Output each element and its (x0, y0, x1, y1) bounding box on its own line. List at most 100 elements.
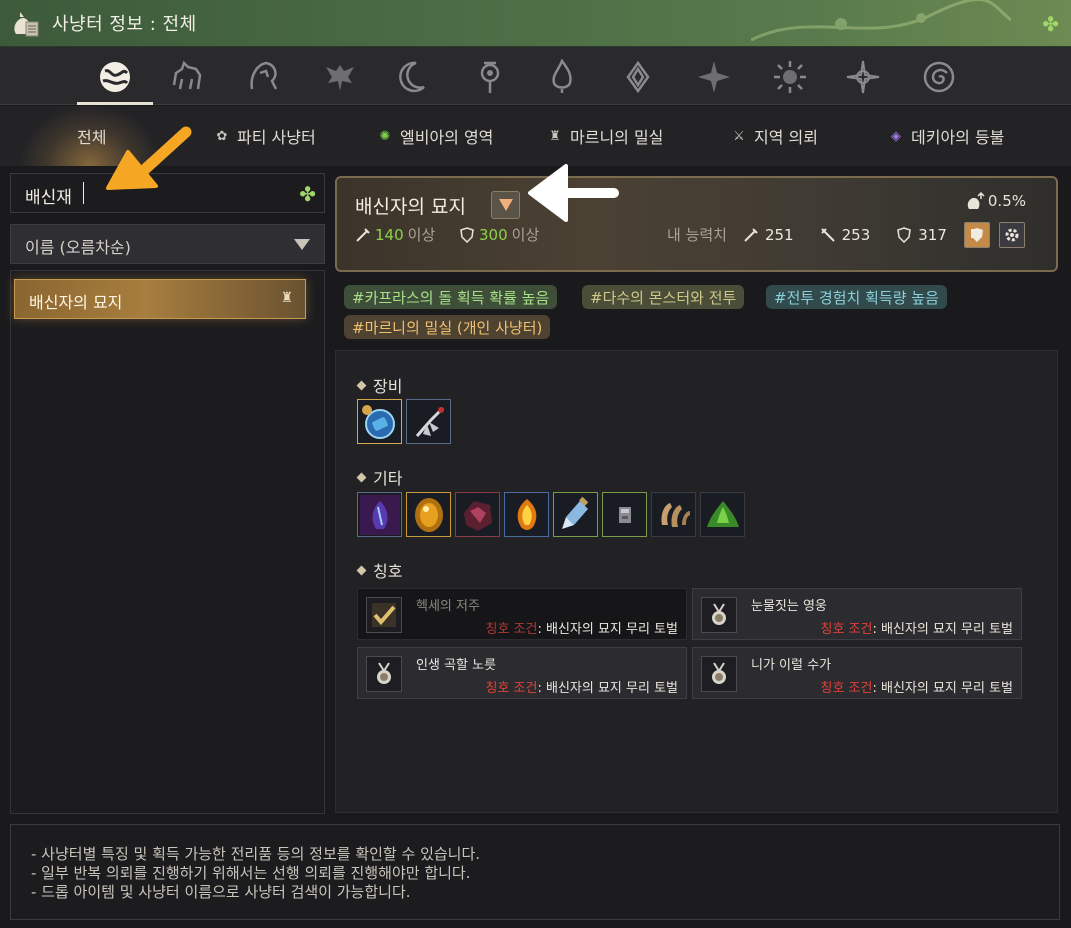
checkmark-icon (372, 603, 396, 627)
item-slot[interactable] (553, 492, 598, 537)
gear-icon (1005, 228, 1019, 242)
shield-icon (460, 226, 474, 243)
title-name: 눈물짓는 영웅 (751, 599, 827, 614)
note-line: - 일부 반복 의뢰를 진행하기 위해서는 선행 의뢰를 진행해야만 합니다. (31, 864, 471, 882)
tab-dekia-lantern[interactable]: ◈ 데키아의 등불 (887, 124, 1004, 148)
red-ore-icon (463, 500, 492, 531)
moon-icon (399, 61, 425, 93)
sword-icon (356, 227, 370, 242)
diamond-bullet-icon (356, 472, 367, 482)
list-item-label: 배신자의 묘지 (29, 293, 123, 312)
section-title: 칭호 (373, 562, 403, 581)
tab-region-quest[interactable]: ⚔ 지역 의뢰 (730, 124, 818, 148)
item-slot[interactable] (357, 399, 402, 444)
vine-decoration (751, 0, 1011, 42)
eagle-icon (326, 65, 354, 91)
category-horse[interactable] (166, 55, 210, 99)
section-misc: 기타 (356, 465, 403, 489)
condition-label: 칭호 조건 (485, 622, 538, 637)
my-dp-value: 317 (918, 225, 947, 244)
dp-requirement: 300 이상 (459, 224, 539, 245)
horse-icon (172, 60, 202, 90)
sort-value: 이름 (오름차순) (25, 238, 131, 257)
elixir-icon (561, 496, 588, 529)
tag: #전투 경험치 획득량 높음 (766, 285, 947, 309)
diamond-bullet-icon (356, 380, 367, 390)
clover-icon[interactable]: ✤ (1042, 12, 1059, 36)
item-slot[interactable] (455, 492, 500, 537)
marni-icon: ♜ (549, 128, 561, 144)
fire-gem-icon (517, 498, 536, 530)
condition-label: 칭호 조건 (820, 622, 873, 637)
item-slot[interactable] (406, 399, 451, 444)
sort-dropdown[interactable]: 이름 (오름차순) (10, 224, 325, 264)
item-slot[interactable] (357, 492, 402, 537)
marni-icon: ♜ (280, 290, 293, 306)
category-flame[interactable] (540, 55, 584, 99)
title-card[interactable]: 니가 이럴 수가 칭호 조건: 배신자의 묘지 무리 토벌 (692, 647, 1022, 699)
chevron-down-icon (498, 199, 513, 211)
medal-icon (377, 662, 391, 684)
title-card[interactable]: 헥세의 저주 칭호 조건: 배신자의 묘지 무리 토벌 (357, 588, 687, 640)
diamond-bullet-icon (356, 565, 367, 575)
window-title: 사냥터 정보 : 전체 (52, 14, 197, 35)
category-eagle[interactable] (318, 55, 362, 99)
category-lotus[interactable] (616, 55, 660, 99)
list-item[interactable]: 배신자의 묘지 ♜ (14, 279, 306, 319)
category-compass[interactable] (841, 55, 885, 99)
spiral-icon (923, 61, 955, 93)
medal (701, 597, 737, 633)
tab-label: 데키아의 등불 (911, 128, 1005, 147)
ap-req-unit: 이상 (407, 226, 436, 244)
category-bar (0, 47, 1071, 105)
tag: #마르니의 밀실 (개인 사냥터) (344, 315, 551, 339)
title-name: 니가 이럴 수가 (751, 658, 832, 673)
condition-text: : 배신자의 묘지 무리 토벌 (872, 622, 1013, 637)
category-moon[interactable] (390, 55, 434, 99)
title-name: 인생 곡할 노릇 (416, 658, 497, 673)
section-title: 기타 (373, 469, 403, 488)
emblem-icon (480, 61, 500, 93)
lotus-icon (626, 60, 650, 94)
title-card[interactable]: 인생 곡할 노릇 칭호 조건: 배신자의 묘지 무리 토벌 (357, 647, 687, 699)
tab-label: 엘비아의 영역 (400, 128, 494, 147)
drop-rate: 0.5% (965, 191, 1026, 211)
elvia-icon: ✺ (379, 128, 391, 144)
clover-icon: ✤ (299, 182, 316, 206)
section-title: 장비 (373, 377, 403, 396)
title-condition: 칭호 조건: 배신자의 묘지 무리 토벌 (821, 618, 1014, 637)
hunting-ground-list (10, 270, 325, 814)
ap-req-value: 140 (375, 225, 404, 244)
moneybag-icon (14, 12, 39, 37)
awakening-sword-icon (820, 227, 835, 242)
tab-elvia[interactable]: ✺ 엘비아의 영역 (376, 124, 494, 148)
item-slot[interactable] (602, 492, 647, 537)
item-slot[interactable] (406, 492, 451, 537)
category-sun[interactable] (768, 55, 812, 99)
item-slot[interactable] (700, 492, 745, 537)
category-star[interactable] (692, 55, 736, 99)
dp-req-value: 300 (479, 225, 508, 244)
compass-icon (846, 60, 880, 94)
condition-text: : 배신자의 묘지 무리 토벌 (537, 681, 678, 696)
title-name: 헥세의 저주 (416, 599, 480, 614)
category-emblem[interactable] (468, 55, 512, 99)
item-slot[interactable] (504, 492, 549, 537)
flame-icon (552, 59, 572, 93)
sun-icon (774, 61, 806, 93)
ap-requirement: 140 이상 (355, 224, 435, 245)
expand-button[interactable] (491, 191, 520, 219)
category-spiral[interactable] (917, 55, 961, 99)
category-all[interactable] (77, 55, 153, 105)
tab-party[interactable]: ✿ 파티 사냥터 (213, 124, 316, 148)
tab-marni[interactable]: ♜ 마르니의 밀실 (546, 124, 663, 148)
title-card[interactable]: 눈물짓는 영웅 칭호 조건: 배신자의 묘지 무리 토벌 (692, 588, 1022, 640)
hunting-ground-header: 배신자의 묘지 140 이상 300 이상 0.5% 내 능력치 251 253… (335, 176, 1058, 272)
hunting-ground-name: 배신자의 묘지 (355, 196, 466, 218)
stat-warning-button[interactable] (964, 222, 990, 248)
purple-crystal-icon (359, 494, 400, 535)
green-slime-icon (706, 500, 739, 527)
category-lion[interactable] (242, 55, 286, 99)
item-slot[interactable] (651, 492, 696, 537)
settings-button[interactable] (999, 222, 1025, 248)
